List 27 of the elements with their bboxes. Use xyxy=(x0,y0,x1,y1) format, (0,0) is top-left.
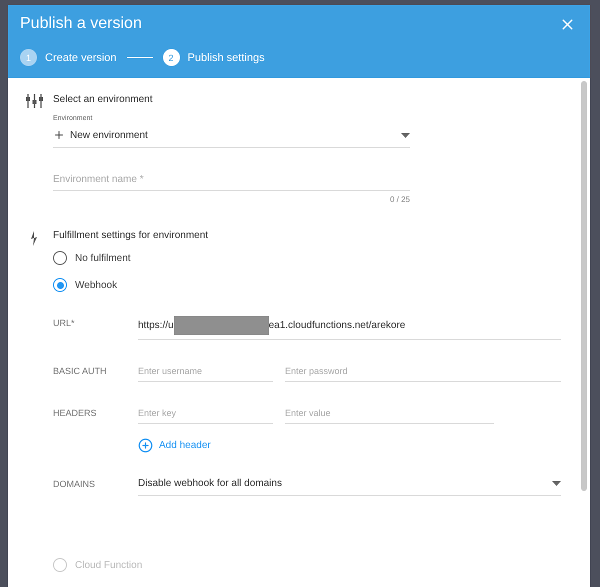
radio-option[interactable]: Webhook xyxy=(53,278,118,292)
url-label: URL* xyxy=(53,317,76,328)
url-field[interactable]: https://u ea1.cloudfunctions.net/arekore xyxy=(138,314,561,340)
domains-label: DOMAINS xyxy=(53,478,96,489)
section-heading: Fulfillment settings for environment xyxy=(53,230,210,241)
radio-option[interactable]: No fulfilment xyxy=(53,251,131,265)
password-field[interactable]: Enter password xyxy=(285,362,561,382)
lightning-bolt-icon xyxy=(30,231,38,246)
basic-auth-label: BASIC AUTH xyxy=(53,365,108,376)
scrollbar[interactable] xyxy=(581,81,587,491)
radio-circle[interactable] xyxy=(53,251,67,265)
username-field[interactable]: Enter username xyxy=(138,362,273,382)
dropdown-caret-icon xyxy=(401,132,410,138)
radio-circle[interactable] xyxy=(53,278,67,292)
plus-icon xyxy=(53,129,65,141)
dropdown-caret-icon xyxy=(552,481,561,486)
headers-label: HEADERS xyxy=(53,407,98,418)
domains-select[interactable]: Disable webhook for all domains xyxy=(138,475,561,496)
dialog-title: Publish a version xyxy=(20,15,142,33)
plus-circle-icon xyxy=(138,438,153,453)
environment-select[interactable]: New environment xyxy=(53,126,410,148)
header-value-field[interactable]: Enter value xyxy=(285,404,494,424)
section-heading: Select an environment xyxy=(53,94,154,105)
environment-name-field[interactable]: Environment name * xyxy=(53,170,410,191)
sliders-icon xyxy=(26,94,42,108)
header-key-field[interactable]: Enter key xyxy=(138,404,273,424)
character-counter: 0 / 25 xyxy=(388,195,410,204)
